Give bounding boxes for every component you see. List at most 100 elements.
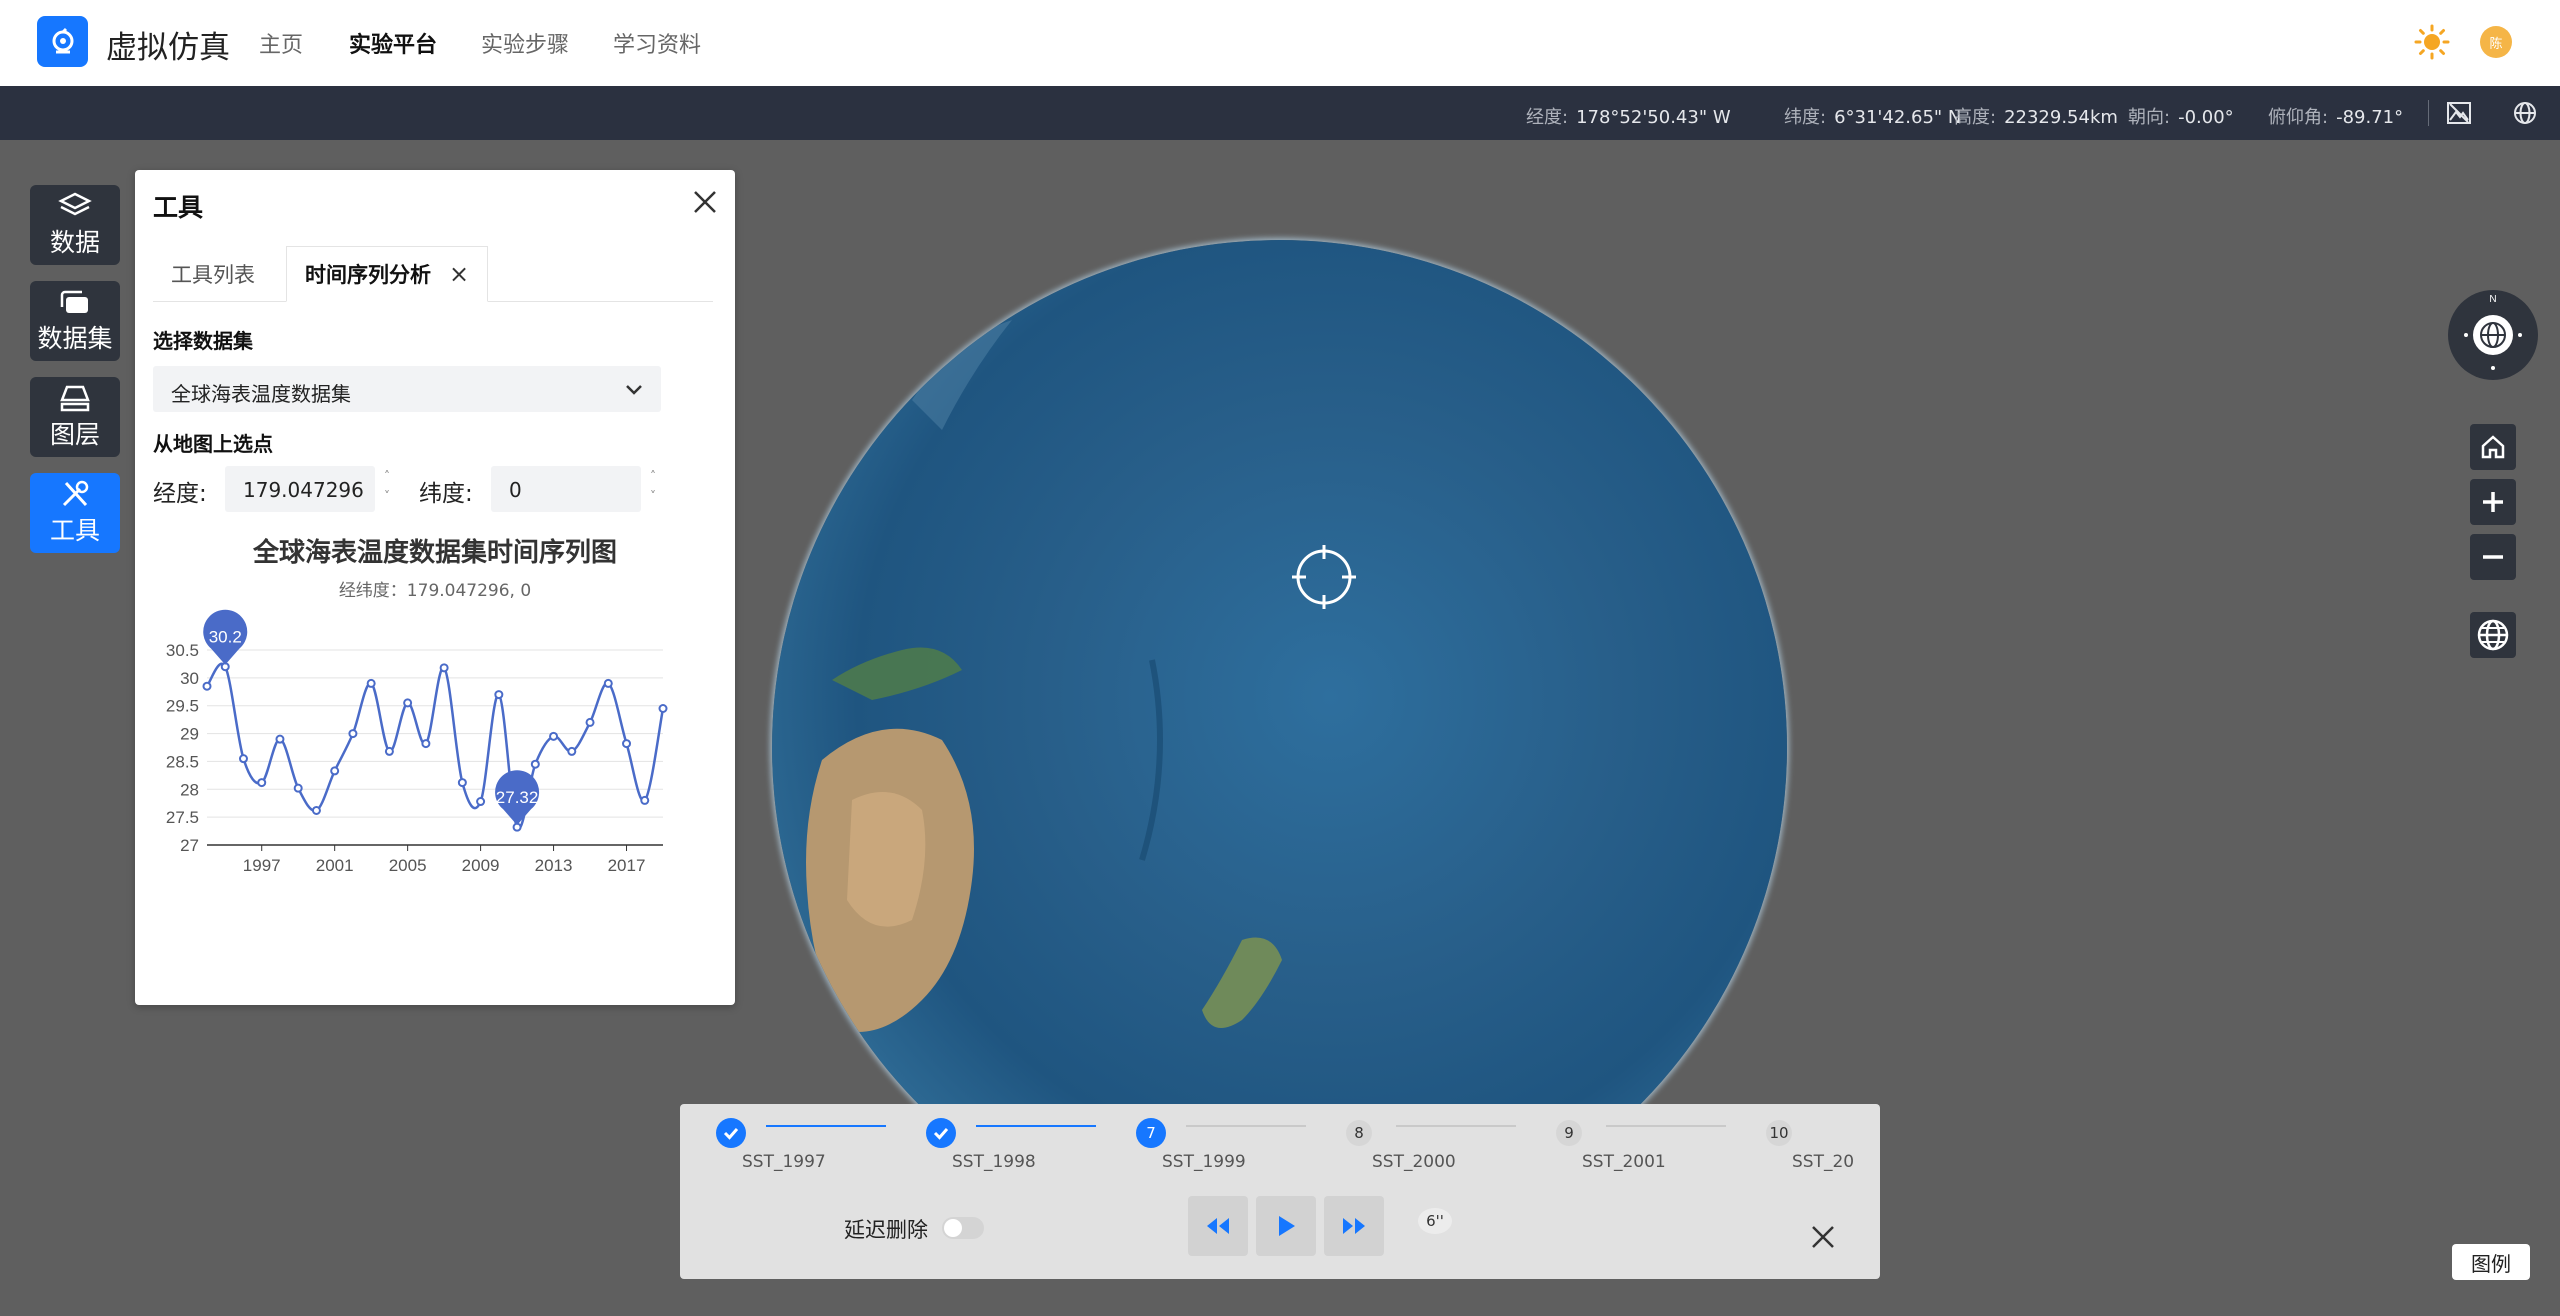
nav-steps[interactable]: 实验步骤 — [481, 27, 569, 59]
nav-materials[interactable]: 学习资料 — [613, 27, 701, 59]
data-point — [348, 729, 358, 739]
timeline-step[interactable]: 9 — [1556, 1120, 1582, 1146]
play-icon — [1279, 1216, 1295, 1236]
data-point — [330, 766, 340, 776]
timeline-connector — [1396, 1125, 1516, 1127]
nav-platform[interactable]: 实验平台 — [349, 27, 437, 59]
x-tick-label: 1997 — [243, 856, 281, 875]
home-icon — [2481, 435, 2505, 459]
timeline-step[interactable] — [926, 1118, 956, 1148]
tab-close-icon[interactable]: × — [449, 260, 469, 288]
timeline-connector — [1606, 1125, 1726, 1127]
lat-stepper[interactable]: ˄ ˅ — [645, 466, 661, 512]
dock-tools-button[interactable]: 工具 — [30, 473, 120, 553]
layers-icon — [58, 192, 92, 216]
timeline-step[interactable]: 8 — [1346, 1120, 1372, 1146]
data-point — [384, 746, 394, 756]
play-button[interactable] — [1256, 1196, 1316, 1256]
tool-panel: 工具 工具列表 时间序列分析 × 选择数据集 全球海表温度数据集 从地图上选点 … — [135, 170, 735, 1005]
time-series-chart[interactable]: 27 27.5 28 28.5 29 29.5 30 30.5 1997 2001 2005 2009… — [135, 570, 735, 900]
dock-data-button[interactable]: 数据 — [30, 185, 120, 265]
timeline-player: SST_1997 SST_1998 7 SST_1999 8 SST_2000 9 SST_2… — [680, 1104, 1880, 1279]
rewind-button[interactable] — [1188, 1196, 1248, 1256]
crosshair-icon — [1292, 545, 1356, 609]
timeline-step[interactable]: 10 — [1766, 1120, 1792, 1146]
dataset-select[interactable]: 全球海表温度数据集 — [153, 366, 661, 412]
data-point — [658, 704, 668, 713]
timeline-connector — [1186, 1125, 1306, 1127]
timeline-step-label: SST_1999 — [1162, 1152, 1246, 1172]
data-point — [567, 746, 577, 756]
app-logo[interactable] — [37, 16, 88, 67]
timeline-connector — [976, 1125, 1096, 1127]
logo-icon — [52, 27, 73, 53]
x-tick-label: 2013 — [535, 856, 573, 875]
check-icon — [723, 1128, 739, 1140]
data-point — [476, 797, 486, 807]
status-heading: 朝向: -0.00° — [2128, 107, 2234, 128]
svg-text:N: N — [2489, 294, 2496, 305]
earth-globe[interactable] — [772, 240, 1787, 1255]
data-point — [603, 678, 613, 688]
dataset-icon — [60, 290, 88, 313]
x-tick-label: 2001 — [316, 856, 354, 875]
data-point — [366, 678, 376, 688]
globe-view-icon[interactable] — [2512, 100, 2538, 126]
compass-icon: N — [2464, 294, 2522, 370]
home-button[interactable] — [2470, 424, 2516, 470]
data-point — [585, 717, 595, 727]
data-point — [421, 739, 431, 749]
data-point — [494, 690, 504, 700]
status-pitch: 俯仰角: -89.71° — [2268, 107, 2404, 128]
close-icon[interactable] — [691, 188, 719, 216]
zoom-in-button[interactable] — [2470, 479, 2516, 525]
y-tick-label: 30 — [180, 669, 199, 688]
lat-input[interactable]: 0 — [491, 466, 641, 512]
speed-indicator[interactable]: 6'' — [1418, 1208, 1452, 1234]
x-tick-label: 2005 — [389, 856, 427, 875]
dock-layer-button[interactable]: 图层 — [30, 377, 120, 457]
timeline-close-icon[interactable] — [1810, 1224, 1836, 1250]
chart-title: 全球海表温度数据集时间序列图 — [252, 538, 617, 568]
globe-mode-button[interactable] — [2470, 612, 2516, 658]
timeline-step[interactable] — [716, 1118, 746, 1148]
user-avatar[interactable]: 陈 — [2480, 26, 2512, 58]
nav-home[interactable]: 主页 — [259, 27, 303, 59]
lon-input[interactable]: 179.047296 — [225, 466, 375, 512]
status-altitude: 高度: 22329.54km — [1954, 107, 2118, 128]
x-tick-label: 2009 — [462, 856, 500, 875]
data-point — [439, 663, 449, 673]
tab-tool-list[interactable]: 工具列表 — [171, 246, 255, 302]
pick-point-label: 从地图上选点 — [153, 432, 273, 456]
theme-sun-icon[interactable] — [2414, 24, 2450, 60]
tab-time-series[interactable]: 时间序列分析 × — [286, 246, 489, 302]
delay-delete-toggle[interactable] — [942, 1217, 984, 1239]
data-point — [640, 795, 650, 805]
data-point — [622, 739, 632, 749]
timeline-connector — [766, 1125, 886, 1127]
timeline-step[interactable]: 7 — [1136, 1118, 1166, 1148]
legend-button[interactable]: 图例 — [2452, 1244, 2530, 1280]
dock-layer-label: 图层 — [49, 420, 100, 449]
data-point — [403, 698, 413, 708]
y-tick-label: 27 — [180, 836, 199, 855]
fast-forward-icon — [1343, 1218, 1365, 1234]
fast-forward-button[interactable] — [1324, 1196, 1384, 1256]
status-latitude: 纬度: 6°31'42.65" N — [1784, 107, 1962, 128]
timeline-step-label: SST_2001 — [1582, 1152, 1666, 1172]
timeline-step-label: SST_2000 — [1372, 1152, 1456, 1172]
map-image-icon[interactable] — [2446, 100, 2472, 126]
tab-time-series-label: 时间序列分析 — [305, 263, 431, 287]
minus-icon — [2483, 555, 2503, 559]
compass-control[interactable]: N — [2448, 290, 2538, 380]
zoom-out-button[interactable] — [2470, 534, 2516, 580]
dock-dataset-button[interactable]: 数据集 — [30, 281, 120, 361]
dataset-select-value: 全球海表温度数据集 — [171, 382, 351, 406]
marker-label: 27.32 — [496, 788, 539, 807]
data-point — [238, 754, 248, 764]
y-tick-label: 28 — [180, 780, 199, 799]
marker-label: 30.2 — [209, 628, 242, 647]
lon-stepper[interactable]: ˄ ˅ — [379, 466, 395, 512]
plus-icon — [2483, 492, 2503, 512]
rewind-icon — [1207, 1218, 1229, 1234]
